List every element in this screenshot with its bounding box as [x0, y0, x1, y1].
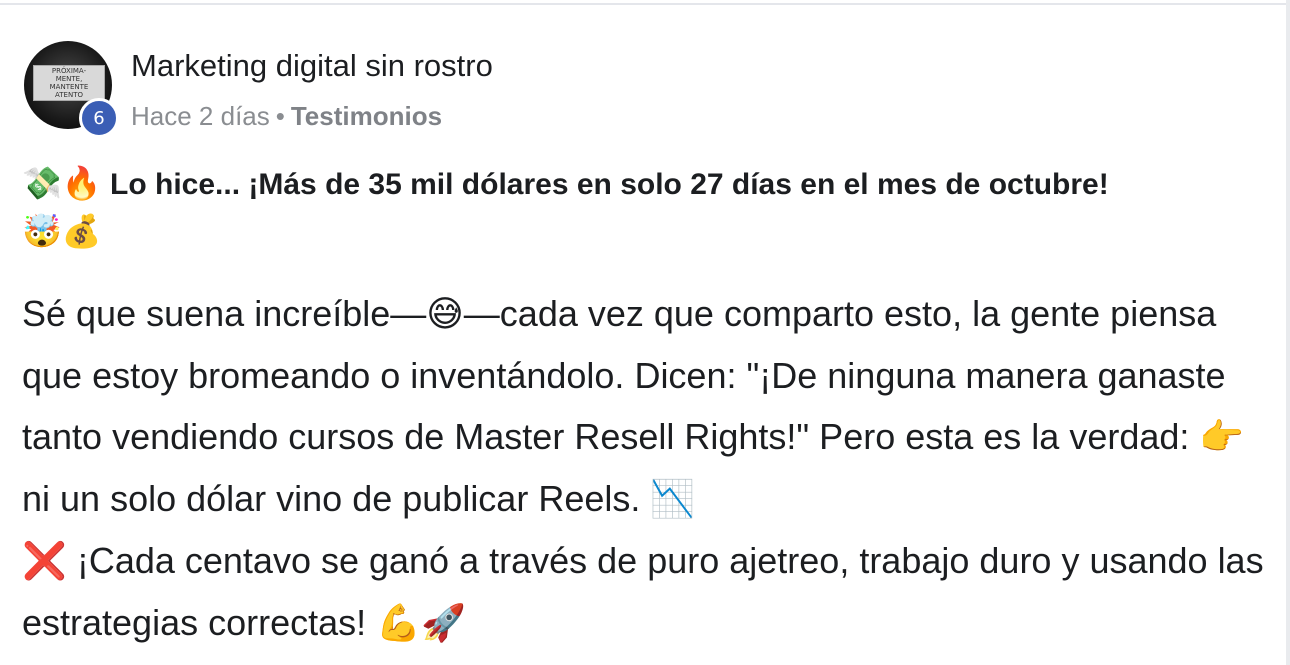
- pointing-right-icon: 👉: [1199, 417, 1245, 458]
- body-text-4: ¡Cada centavo se ganó a través de puro a…: [22, 540, 1264, 643]
- sweat-smile-icon: 😅: [426, 294, 464, 335]
- post-body: Sé que suena increíble—😅—cada vez que co…: [22, 283, 1272, 654]
- chart-down-icon: 📉: [650, 479, 696, 520]
- meta-separator: •: [275, 101, 285, 131]
- body-text-1: Sé que suena increíble—: [22, 293, 427, 334]
- avatar-sign-text: PRÓXIMA- MENTE, MANTENTE ATENTO: [33, 65, 105, 101]
- post-time[interactable]: Hace 2 días: [131, 101, 270, 131]
- headline-text: Lo hice... ¡Más de 35 mil dólares en sol…: [110, 168, 1109, 201]
- money-bag-icon: 💰: [61, 212, 102, 250]
- money-wings-icon: 💸: [22, 164, 62, 202]
- body-text-3: ni un solo dólar vino de publicar Reels.: [22, 478, 651, 519]
- post-topic[interactable]: Testimonios: [291, 101, 442, 131]
- exploding-head-icon: 🤯: [22, 212, 62, 250]
- flexed-biceps-icon: 💪: [376, 603, 421, 644]
- right-edge: [1286, 0, 1290, 665]
- post-meta: Hace 2 días • Testimonios: [131, 101, 442, 132]
- fire-icon: 🔥: [61, 164, 102, 202]
- cross-mark-icon: ❌: [22, 541, 67, 582]
- top-divider: [0, 3, 1290, 5]
- rocket-icon: 🚀: [420, 603, 466, 644]
- post-headline: 💸🔥 Lo hice... ¡Más de 35 mil dólares en …: [22, 160, 1272, 256]
- group-name-link[interactable]: Marketing digital sin rostro: [131, 48, 493, 84]
- notification-badge: 6: [79, 98, 119, 138]
